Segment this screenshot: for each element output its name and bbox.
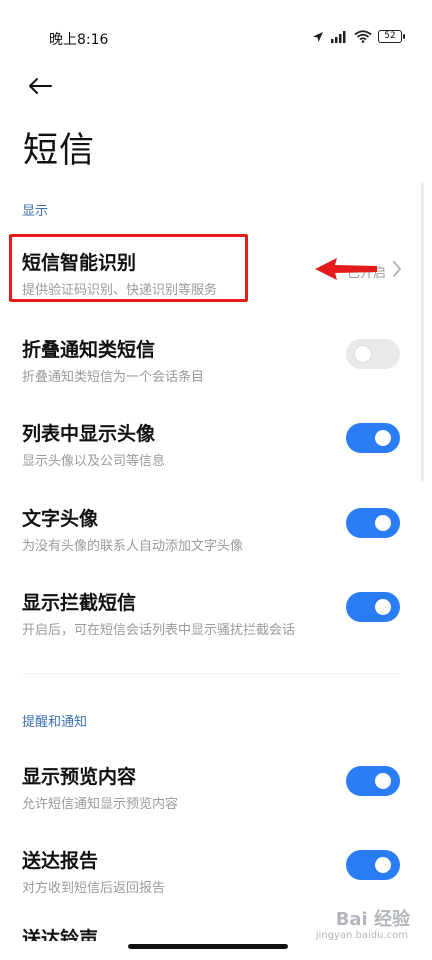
navigation-gesture-bar[interactable]: [128, 944, 288, 949]
row-title: 显示预览内容: [22, 766, 137, 788]
annotation-highlight-box: [9, 234, 248, 302]
row-title: 送达报告: [22, 850, 99, 872]
baidu-watermark-url: jingyan.baidu.com: [315, 930, 408, 941]
toggle-switch[interactable]: [346, 592, 400, 622]
back-button[interactable]: [22, 70, 58, 102]
row-text-avatar[interactable]: 文字头像 为没有头像的联系人自动添加文字头像: [0, 504, 432, 584]
row-subtitle: 对方收到短信后返回报告: [22, 881, 166, 896]
page-title: 短信: [23, 131, 96, 171]
status-bar: 晚上8:16 52: [0, 0, 432, 76]
row-fold-notification-sms[interactable]: 折叠通知类短信 折叠通知类短信为一个会话条目: [0, 335, 432, 415]
baidu-watermark: Bai 经验: [335, 909, 410, 930]
toggle-switch[interactable]: [346, 423, 400, 453]
row-show-blocked-sms[interactable]: 显示拦截短信 开启后，可在短信会话列表中显示骚扰拦截会话: [0, 588, 432, 668]
location-icon: [313, 31, 323, 42]
toggle-knob: [375, 857, 391, 873]
toggle-knob: [375, 599, 391, 615]
row-subtitle: 为没有头像的联系人自动添加文字头像: [22, 539, 244, 554]
signal-icon: [331, 31, 346, 43]
row-subtitle: 显示头像以及公司等信息: [22, 454, 166, 469]
section-divider: [22, 673, 400, 674]
toggle-switch[interactable]: [346, 339, 400, 369]
toggle-switch[interactable]: [346, 766, 400, 796]
toggle-knob: [375, 515, 391, 531]
row-title: 显示拦截短信: [22, 592, 137, 614]
row-subtitle: 折叠通知类短信为一个会话条目: [22, 370, 205, 385]
red-arrow-annotation: [315, 258, 377, 280]
row-subtitle: 开启后，可在短信会话列表中显示骚扰拦截会话: [22, 623, 296, 638]
toggle-knob: [375, 430, 391, 446]
section-header-display: 显示: [22, 204, 49, 219]
back-arrow-icon: [29, 78, 52, 94]
toggle-switch[interactable]: [346, 850, 400, 880]
row-title: 列表中显示头像: [22, 423, 156, 445]
row-delivery-ringtone[interactable]: 送达铃声: [22, 928, 98, 941]
battery-icon: 52: [378, 30, 405, 43]
row-title: 文字头像: [22, 508, 99, 530]
status-time: 晚上8:16: [49, 32, 109, 48]
status-icons: 52: [312, 30, 405, 43]
wifi-icon: [354, 30, 372, 43]
toggle-knob: [375, 773, 391, 789]
row-subtitle: 允许短信通知显示预览内容: [22, 797, 179, 812]
row-title: 折叠通知类短信: [22, 339, 156, 361]
row-show-avatar-in-list[interactable]: 列表中显示头像 显示头像以及公司等信息: [0, 419, 432, 499]
toggle-knob: [355, 346, 371, 362]
chevron-right-icon[interactable]: [392, 260, 402, 278]
row-show-preview-content[interactable]: 显示预览内容 允许短信通知显示预览内容: [0, 762, 432, 842]
section-header-reminders: 提醒和通知: [22, 715, 88, 730]
toggle-switch[interactable]: [346, 508, 400, 538]
